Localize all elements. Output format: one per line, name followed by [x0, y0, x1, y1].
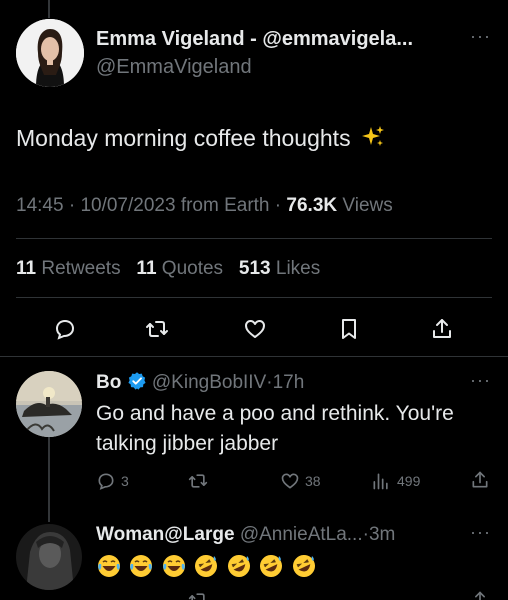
retweet-icon[interactable]	[145, 317, 169, 341]
views-label: Views	[342, 195, 393, 216]
thread-line-reply	[48, 428, 50, 522]
engagement-stats: 11 Retweets 11 Quotes 513 Likes	[16, 258, 320, 280]
reply-more-options-icon[interactable]: ···	[470, 370, 491, 391]
retweets-count: 11	[16, 258, 37, 279]
rolling-laughing-emoji-icon	[193, 553, 219, 579]
reply-share-icon[interactable]	[470, 470, 490, 490]
reply-reply-count: 3	[121, 473, 129, 489]
views-count: 76.3K	[286, 195, 338, 216]
more-options-icon[interactable]: ···	[470, 26, 491, 47]
tweet-date[interactable]: 10/07/2023	[80, 195, 175, 216]
reply-text-line1: Go and have a poo and rethink. You're	[96, 402, 454, 425]
rolling-laughing-emoji-icon	[258, 553, 284, 579]
avatar-bo[interactable]	[16, 371, 82, 437]
tweet-meta: 14:45 · 10/07/2023 from Earth · 76.3K Vi…	[16, 195, 393, 217]
thread-line-top	[48, 0, 50, 18]
divider	[16, 238, 492, 239]
meta-sep: ·	[274, 195, 282, 216]
laughing-crying-emoji-icon	[96, 553, 122, 579]
laughing-crying-emoji-icon	[161, 553, 187, 579]
tweet-text: Monday morning coffee thoughts	[16, 125, 385, 155]
author-handle[interactable]: @EmmaVigeland	[96, 56, 252, 79]
reply2-emoji-text	[96, 553, 319, 579]
sparkles-icon	[361, 125, 385, 155]
reply-view-count: 499	[397, 473, 421, 489]
quotes-label: Quotes	[161, 258, 224, 279]
reply-views-icon[interactable]	[371, 471, 391, 491]
quotes-count: 11	[136, 258, 157, 279]
laughing-crying-emoji-icon	[128, 553, 154, 579]
reply-icon[interactable]	[53, 317, 77, 341]
tweet-source: from Earth	[180, 195, 270, 216]
likes-stat[interactable]: 513 Likes	[239, 258, 320, 279]
divider	[16, 297, 492, 298]
reply2-time[interactable]: 3m	[369, 524, 395, 545]
retweets-label: Retweets	[41, 258, 121, 279]
likes-label: Likes	[275, 258, 321, 279]
reply2-share-icon[interactable]	[470, 590, 490, 600]
share-icon[interactable]	[430, 317, 454, 341]
tweet-text-content: Monday morning coffee thoughts	[16, 125, 351, 151]
bookmark-icon[interactable]	[337, 317, 361, 341]
reply-handle[interactable]: @KingBobIIV	[152, 372, 266, 393]
retweets-stat[interactable]: 11 Retweets	[16, 258, 126, 279]
reply-author-name[interactable]: Bo	[96, 372, 121, 393]
reply-text-line2: talking jibber jabber	[96, 432, 279, 455]
reply-reply-icon[interactable]	[96, 471, 116, 491]
avatar-woman-at-large[interactable]	[16, 524, 82, 590]
divider	[0, 356, 508, 357]
reply2-handle[interactable]: @AnnieAtLa...	[240, 524, 363, 545]
reply2-author-name[interactable]: Woman@Large	[96, 524, 235, 545]
likes-count: 513	[238, 258, 271, 279]
reply-like-count: 38	[305, 473, 321, 489]
reply2-more-options-icon[interactable]: ···	[470, 522, 491, 543]
reply2-retweet-icon[interactable]	[188, 590, 208, 600]
reply-like-icon[interactable]	[280, 471, 300, 491]
reply-header: Bo @KingBobIIV·17h	[96, 371, 304, 397]
author-name[interactable]: Emma Vigeland - @emmavigela...	[96, 28, 413, 51]
reply-retweet-icon[interactable]	[188, 471, 208, 491]
tweet-time[interactable]: 14:45	[16, 195, 64, 216]
verified-badge-icon	[127, 371, 147, 397]
like-icon[interactable]	[243, 317, 267, 341]
quotes-stat[interactable]: 11 Quotes	[136, 258, 228, 279]
reply2-header: Woman@Large @AnnieAtLa...·3m	[96, 524, 395, 546]
reply-time[interactable]: 17h	[273, 372, 305, 393]
rolling-laughing-emoji-icon	[226, 553, 252, 579]
avatar-emma[interactable]	[16, 19, 84, 87]
meta-sep: ·	[68, 195, 76, 216]
rolling-laughing-emoji-icon	[291, 553, 317, 579]
